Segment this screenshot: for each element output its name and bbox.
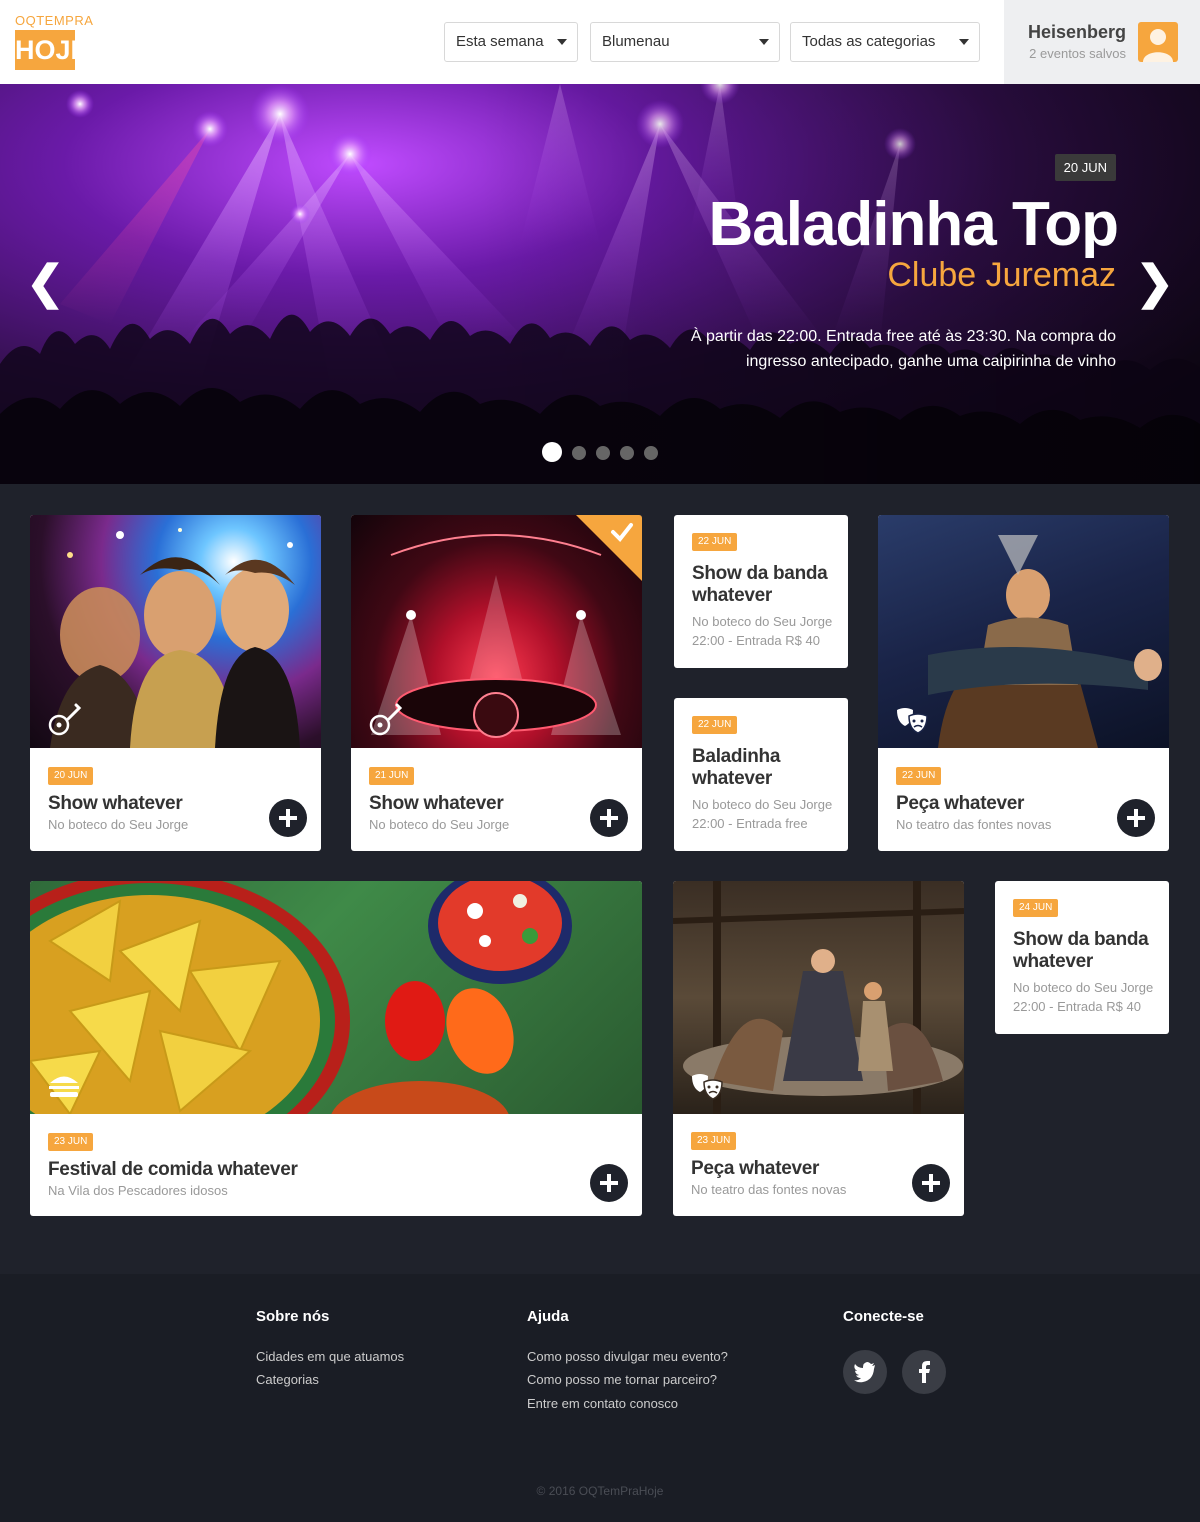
event-image [878, 515, 1169, 748]
logo-bottom-text: HOJE [15, 30, 89, 70]
add-event-button[interactable] [269, 799, 307, 837]
event-card[interactable]: 23 JUN Festival de comida whatever Na Vi… [30, 881, 642, 1216]
footer: Sobre nós Cidades em que atuamos Categor… [0, 1274, 1200, 1522]
add-event-button[interactable] [1117, 799, 1155, 837]
user-name: Heisenberg [1027, 22, 1126, 42]
event-card[interactable]: 23 JUN Peça whatever No teatro das fonte… [673, 881, 964, 1216]
saved-events-count[interactable]: 2 eventos salvos [1029, 46, 1126, 61]
hero-description: À partir das 22:00. Entrada free até às … [690, 328, 1116, 370]
event-card[interactable]: 22 JUN Baladinha whatever No boteco do S… [674, 698, 848, 851]
event-image [673, 881, 964, 1114]
event-time-price: 22:00 - Entrada R$ 40 [692, 633, 820, 648]
copyright: © 2016 OQTemPraHoje [536, 1484, 664, 1498]
event-location: No boteco do Seu Jorge [692, 614, 833, 629]
city-select-value: Blumenau [602, 33, 670, 50]
logo[interactable]: OQTEMPRA HOJE [15, 13, 94, 70]
footer-about-heading: Sobre nós [256, 1308, 330, 1325]
event-location: No boteco do Seu Jorge [369, 817, 510, 832]
add-event-button[interactable] [590, 1164, 628, 1202]
carousel-dot[interactable] [572, 446, 586, 460]
theater-masks-icon [897, 708, 928, 734]
event-card[interactable]: 22 JUN Show da banda whatever No boteco … [674, 515, 848, 668]
event-date-badge: 22 JUN [896, 767, 942, 785]
event-image [30, 515, 321, 748]
avatar[interactable] [1138, 22, 1178, 62]
event-date-badge: 24 JUN [1013, 899, 1059, 917]
event-card[interactable]: 22 JUN Peça whatever No teatro das fonte… [878, 515, 1169, 851]
event-title[interactable]: Show da banda whatever [1013, 929, 1163, 973]
footer-link-contact[interactable]: Entre em contato conosco [527, 1396, 678, 1411]
event-title[interactable]: Peça whatever [691, 1158, 819, 1180]
footer-link-partner[interactable]: Como posso me tornar parceiro? [527, 1372, 717, 1387]
carousel-dot[interactable] [596, 446, 610, 460]
facebook-icon [919, 1361, 930, 1383]
hero-carousel: 20 JUN Baladinha Top Clube Juremaz À par… [0, 84, 1200, 484]
period-select-value: Esta semana [456, 33, 544, 50]
event-location: No boteco do Seu Jorge [1013, 980, 1154, 995]
event-time-price: 22:00 - Entrada free [692, 816, 808, 831]
carousel-next-button[interactable]: ❯ [1135, 259, 1174, 305]
event-image [30, 881, 642, 1114]
chevron-down-icon [959, 39, 969, 45]
footer-connect-heading: Conecte-se [843, 1308, 924, 1325]
chevron-down-icon [557, 39, 567, 45]
add-event-button[interactable] [590, 799, 628, 837]
city-select[interactable]: Blumenau [590, 22, 780, 62]
hero-date-badge: 20 JUN [1054, 154, 1116, 181]
hero-title[interactable]: Baladinha Top [708, 189, 1119, 260]
guitar-icon [369, 703, 403, 736]
burger-icon [49, 1076, 79, 1097]
event-card[interactable]: 24 JUN Show da banda whatever No boteco … [995, 881, 1169, 1034]
event-location: No boteco do Seu Jorge [48, 817, 189, 832]
event-date-badge: 20 JUN [48, 767, 94, 785]
facebook-button[interactable] [902, 1350, 946, 1394]
event-title[interactable]: Baladinha whatever [692, 746, 842, 790]
category-select[interactable]: Todas as categorias [790, 22, 980, 62]
hero-venue: Clube Juremaz [887, 256, 1116, 294]
chevron-down-icon [759, 39, 769, 45]
event-location: No teatro das fontes novas [896, 817, 1052, 832]
footer-link-promote-event[interactable]: Como posso divulgar meu evento? [527, 1349, 728, 1364]
event-image [351, 515, 642, 748]
twitter-button[interactable] [843, 1350, 887, 1394]
guitar-icon [48, 703, 82, 736]
top-header: OQTEMPRA HOJE Esta semana Blumenau Todas… [0, 0, 1200, 84]
event-date-badge: 21 JUN [369, 767, 415, 785]
carousel-dot[interactable] [620, 446, 634, 460]
user-menu[interactable]: Heisenberg 2 eventos salvos [1004, 0, 1200, 84]
category-select-value: Todas as categorias [802, 33, 936, 50]
event-title[interactable]: Show da banda whatever [692, 563, 842, 607]
add-event-button[interactable] [912, 1164, 950, 1202]
carousel-prev-button[interactable]: ❮ [26, 259, 65, 305]
carousel-dot[interactable] [644, 446, 658, 460]
footer-link-categories[interactable]: Categorias [256, 1372, 319, 1387]
checkmark-icon [611, 523, 633, 543]
theater-masks-icon [692, 1074, 723, 1100]
event-date-badge: 22 JUN [692, 533, 738, 551]
carousel-dot[interactable] [542, 442, 562, 462]
event-location: No boteco do Seu Jorge [692, 797, 833, 812]
twitter-icon [854, 1362, 875, 1383]
logo-top-text: OQTEMPRA [15, 13, 94, 28]
event-date-badge: 23 JUN [48, 1133, 94, 1151]
event-location: No teatro das fontes novas [691, 1182, 847, 1197]
event-title[interactable]: Peça whatever [896, 793, 1024, 815]
event-title[interactable]: Festival de comida whatever [48, 1159, 298, 1181]
event-card[interactable]: 20 JUN Show whatever No boteco do Seu Jo… [30, 515, 321, 851]
event-date-badge: 23 JUN [691, 1132, 737, 1150]
event-title[interactable]: Show whatever [48, 793, 183, 815]
event-location: Na Vila dos Pescadores idosos [48, 1183, 228, 1198]
event-title[interactable]: Show whatever [369, 793, 504, 815]
event-card[interactable]: 21 JUN Show whatever No boteco do Seu Jo… [351, 515, 642, 851]
user-silhouette-icon [1143, 29, 1173, 62]
event-time-price: 22:00 - Entrada R$ 40 [1013, 999, 1141, 1014]
footer-help-heading: Ajuda [527, 1308, 569, 1325]
nachos-food-photo [30, 881, 572, 1114]
event-date-badge: 22 JUN [692, 716, 738, 734]
footer-link-cities[interactable]: Cidades em que atuamos [256, 1349, 404, 1364]
period-select[interactable]: Esta semana [444, 22, 578, 62]
